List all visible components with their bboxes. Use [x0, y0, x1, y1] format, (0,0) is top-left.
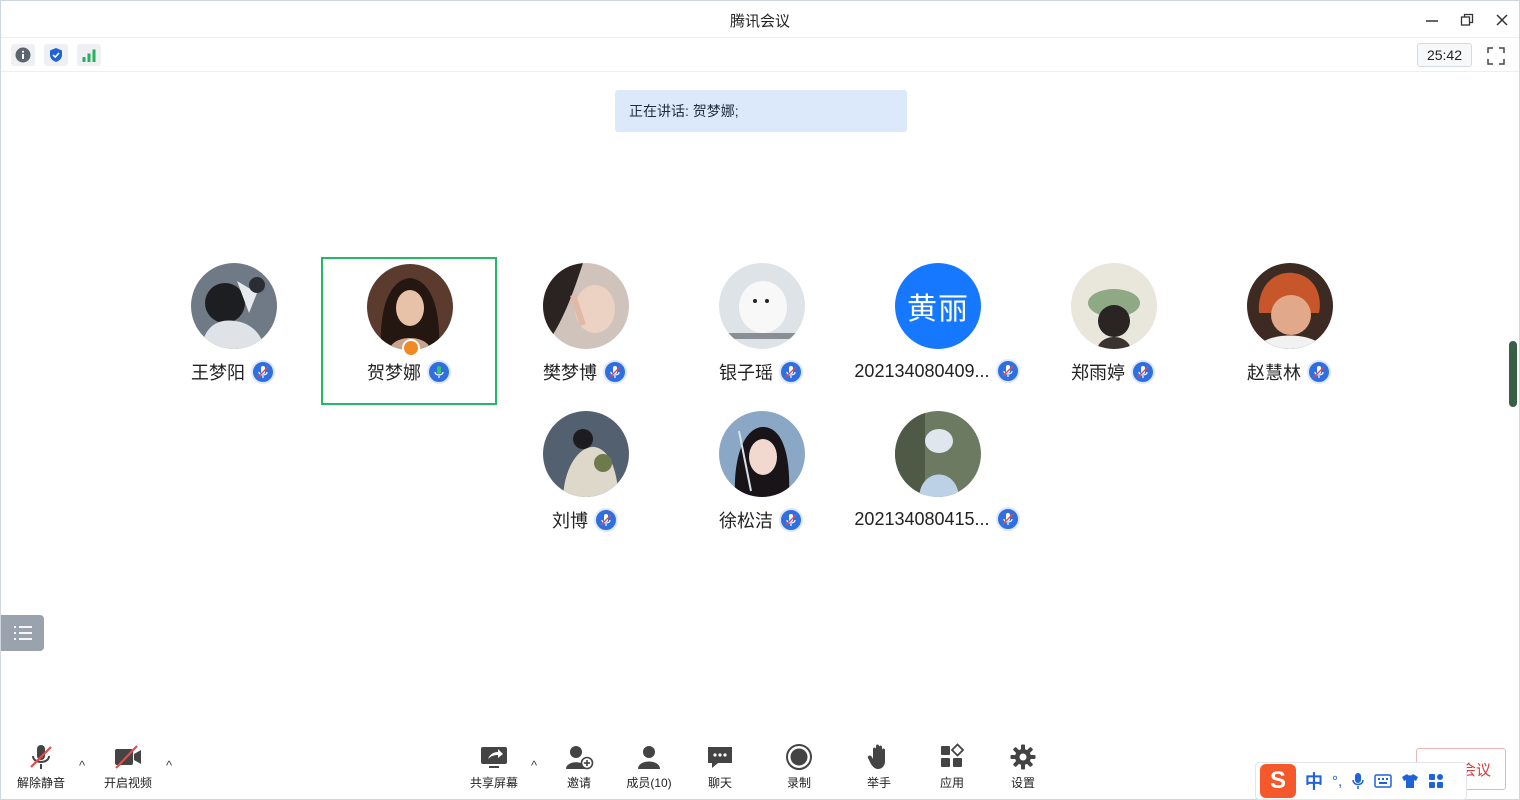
gear-icon: [1007, 742, 1039, 772]
participant-tile-active[interactable]: 贺梦娜: [321, 257, 497, 405]
add-person-icon: [563, 742, 595, 772]
fullscreen-icon[interactable]: [1486, 46, 1508, 66]
participant-tile[interactable]: 徐松洁: [673, 405, 849, 553]
mic-off-icon: [25, 742, 57, 772]
meeting-info-icon[interactable]: [11, 44, 35, 66]
mic-muted-icon: [251, 360, 275, 384]
participant-name-row: 赵慧林: [1201, 359, 1377, 385]
participant-name-row: 郑雨婷: [1025, 359, 1201, 385]
mic-muted-icon: [1131, 360, 1155, 384]
video-options-chevron-up-icon[interactable]: ^: [162, 758, 176, 773]
ime-toolbox-icon[interactable]: [1428, 773, 1444, 789]
participant-tile[interactable]: 王梦阳: [145, 257, 321, 405]
meeting-timer: 25:42: [1417, 43, 1472, 67]
title-bar: 腾讯会议: [1, 1, 1519, 38]
participant-name: 银子瑶: [719, 363, 773, 383]
participant-name: 贺梦娜: [367, 363, 421, 383]
mic-muted-icon: [594, 508, 618, 532]
chat-icon: [704, 742, 736, 772]
security-shield-icon[interactable]: [44, 44, 68, 66]
share-options-chevron-up-icon[interactable]: ^: [527, 758, 541, 773]
participant-tile[interactable]: 赵慧林: [1201, 257, 1377, 405]
ime-toolbar[interactable]: S 中 °,: [1255, 762, 1467, 800]
avatar: [895, 411, 981, 497]
participant-name-row: 刘博: [497, 507, 673, 533]
app-title: 腾讯会议: [729, 13, 790, 30]
participant-name-row: 202134080415...: [849, 507, 1025, 531]
camera-off-icon: [112, 742, 144, 772]
info-bar: 25:42: [1, 38, 1519, 72]
avatar: [367, 264, 453, 350]
avatar: [719, 263, 805, 349]
participant-name: 202134080415...: [854, 508, 990, 529]
participant-name: 王梦阳: [191, 363, 245, 383]
speaking-indicator: 正在讲话: 贺梦娜;: [615, 90, 907, 132]
participant-name: 樊梦博: [543, 363, 597, 383]
ime-language[interactable]: 中: [1305, 768, 1323, 794]
participant-name-row: 徐松洁: [673, 507, 849, 533]
mic-muted-icon: [995, 359, 1020, 383]
participant-name: 202134080409...: [854, 360, 990, 381]
settings-button[interactable]: 设置: [988, 742, 1058, 791]
close-icon[interactable]: [1491, 9, 1513, 31]
participant-tile[interactable]: 202134080415...: [849, 405, 1025, 553]
participant-name: 赵慧林: [1247, 363, 1301, 383]
record-icon: [783, 742, 815, 772]
avatar-text: 黄丽: [895, 263, 981, 349]
members-icon: [633, 742, 665, 772]
participant-name-row: 樊梦博: [497, 359, 673, 385]
share-screen-button[interactable]: 共享屏幕: [459, 742, 529, 791]
record-button[interactable]: 录制: [764, 742, 834, 791]
host-badge-icon: [402, 339, 420, 357]
participant-name: 徐松洁: [719, 511, 773, 531]
participant-name-row: 贺梦娜: [323, 359, 495, 385]
participant-tile[interactable]: 黄丽 202134080409...: [849, 257, 1025, 405]
apps-button[interactable]: 应用: [917, 742, 987, 791]
mic-muted-icon: [603, 360, 627, 384]
restore-icon[interactable]: [1456, 9, 1478, 31]
list-icon: [13, 626, 32, 640]
ime-skin-icon[interactable]: [1401, 773, 1419, 789]
participant-name: 刘博: [552, 511, 588, 531]
meeting-window: 腾讯会议 25:42 正在讲话: 贺梦娜; 王梦阳 贺梦娜 樊梦博 银子瑶 黄丽…: [0, 0, 1520, 800]
participant-name-row: 银子瑶: [673, 359, 849, 385]
share-screen-icon: [478, 742, 510, 772]
mic-muted-icon: [779, 360, 803, 384]
scrollbar[interactable]: [1509, 341, 1517, 407]
sogou-logo-icon: S: [1260, 764, 1296, 798]
avatar: [1071, 263, 1157, 349]
raise-hand-button[interactable]: 举手: [844, 742, 914, 791]
ime-voice-icon[interactable]: [1351, 772, 1365, 790]
avatar: [543, 263, 629, 349]
chat-button[interactable]: 聊天: [685, 742, 755, 791]
participant-name-row: 王梦阳: [145, 359, 321, 385]
start-video-button[interactable]: 开启视频: [93, 742, 163, 791]
mic-muted-icon: [779, 508, 803, 532]
avatar: [1247, 263, 1333, 349]
minimize-icon[interactable]: [1421, 9, 1443, 31]
network-signal-icon[interactable]: [77, 44, 101, 66]
avatar: [191, 263, 277, 349]
mic-speaking-icon: [427, 360, 451, 384]
unmute-button[interactable]: 解除静音: [6, 742, 76, 791]
members-button[interactable]: 成员(10): [614, 742, 684, 791]
mic-muted-icon: [995, 507, 1020, 531]
hand-icon: [863, 742, 895, 772]
mic-muted-icon: [1307, 360, 1331, 384]
participant-tile[interactable]: 郑雨婷: [1025, 257, 1201, 405]
ime-keyboard-icon[interactable]: [1374, 774, 1392, 788]
invite-button[interactable]: 邀请: [544, 742, 614, 791]
layout-list-button[interactable]: [1, 615, 44, 651]
avatar: [719, 411, 805, 497]
participant-name-row: 202134080409...: [849, 359, 1025, 383]
participant-tile[interactable]: 樊梦博: [497, 257, 673, 405]
participant-tile[interactable]: 银子瑶: [673, 257, 849, 405]
participant-name: 郑雨婷: [1071, 363, 1125, 383]
audio-options-chevron-up-icon[interactable]: ^: [75, 758, 89, 773]
participant-tile[interactable]: 刘博: [497, 405, 673, 553]
avatar: [543, 411, 629, 497]
apps-grid-icon: [936, 742, 968, 772]
ime-punctuation[interactable]: °,: [1332, 773, 1342, 790]
